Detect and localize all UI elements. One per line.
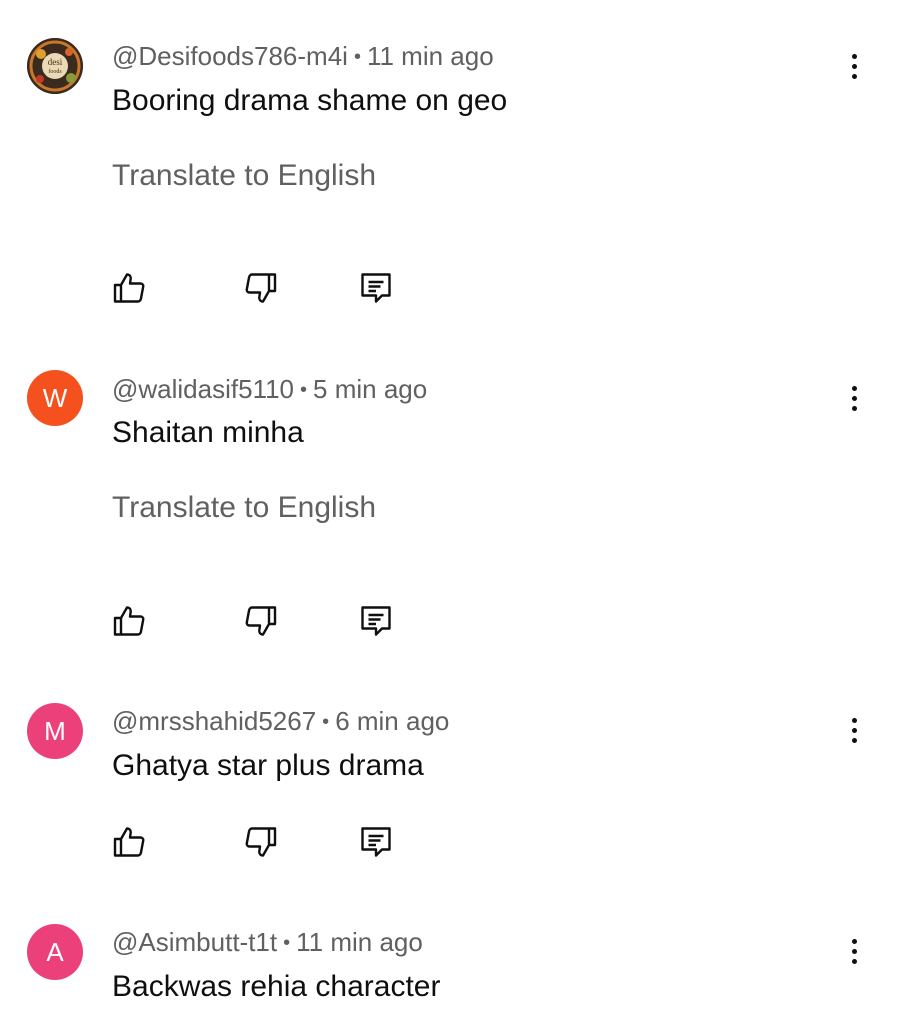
- thumbs-down-icon: [245, 606, 277, 636]
- like-button[interactable]: [108, 268, 152, 308]
- more-vert-icon-dot: [851, 958, 857, 964]
- logo-text: foods: [48, 68, 62, 75]
- more-vert-icon: [851, 717, 857, 723]
- more-vert-icon-dot: [851, 395, 857, 401]
- thumbs-down-icon: [245, 827, 277, 857]
- more-vert-icon: [851, 385, 857, 391]
- comment-actions: [108, 822, 408, 862]
- more-options-button[interactable]: [834, 929, 874, 973]
- logo-text: desi: [48, 57, 63, 67]
- comment-meta: @Desifoods786-m4i • 11 min ago: [112, 41, 494, 72]
- thumbs-up-icon: [113, 827, 145, 857]
- thumbs-up-icon: [113, 606, 145, 636]
- comment-text: Backwas rehia character: [112, 970, 441, 1003]
- comment-text: Shaitan minha: [112, 416, 304, 449]
- more-vert-icon-dot: [851, 63, 857, 69]
- comment-text: Booring drama shame on geo: [112, 84, 508, 117]
- avatar[interactable]: A: [27, 924, 83, 980]
- reply-button[interactable]: [354, 601, 398, 641]
- comment-meta: @walidasif5110 • 5 min ago: [112, 374, 427, 405]
- more-vert-icon-dot: [851, 405, 857, 411]
- comment-meta: @Asimbutt-t1t • 11 min ago: [112, 927, 423, 958]
- comment-time: 6 min ago: [335, 706, 450, 736]
- comment-actions: [108, 268, 408, 308]
- more-options-button[interactable]: [834, 44, 874, 88]
- thumbs-down-icon: [245, 273, 277, 303]
- more-options-button[interactable]: [834, 376, 874, 420]
- reply-icon: [361, 606, 391, 636]
- channel-logo-icon: desi foods: [27, 38, 83, 94]
- reply-button[interactable]: [354, 268, 398, 308]
- separator-dot: •: [322, 711, 330, 733]
- comment-time: 5 min ago: [313, 374, 428, 404]
- author-handle[interactable]: @walidasif5110: [112, 374, 294, 404]
- dislike-button[interactable]: [238, 268, 282, 308]
- avatar[interactable]: desi foods: [27, 38, 83, 94]
- more-options-button[interactable]: [834, 708, 874, 752]
- thumbs-up-icon: [113, 273, 145, 303]
- more-vert-icon-dot: [851, 737, 857, 743]
- more-vert-icon-dot: [851, 727, 857, 733]
- reply-icon: [361, 827, 391, 857]
- author-handle[interactable]: @Desifoods786-m4i: [112, 41, 348, 71]
- comment-meta: @mrsshahid5267 • 6 min ago: [112, 706, 449, 737]
- author-handle[interactable]: @Asimbutt-t1t: [112, 927, 277, 957]
- separator-dot: •: [283, 932, 291, 954]
- comment-time: 11 min ago: [296, 927, 423, 957]
- reply-icon: [361, 273, 391, 303]
- separator-dot: •: [353, 46, 361, 68]
- comment-actions: [108, 601, 408, 641]
- dislike-button[interactable]: [238, 601, 282, 641]
- more-vert-icon: [851, 53, 857, 59]
- avatar[interactable]: M: [27, 703, 83, 759]
- translate-link[interactable]: Translate to English: [112, 491, 376, 525]
- comment-time: 11 min ago: [366, 41, 494, 71]
- dislike-button[interactable]: [238, 822, 282, 862]
- reply-button[interactable]: [354, 822, 398, 862]
- more-vert-icon-dot: [851, 948, 857, 954]
- author-handle[interactable]: @mrsshahid5267: [112, 706, 316, 736]
- more-vert-icon-dot: [851, 73, 857, 79]
- separator-dot: •: [300, 379, 308, 401]
- like-button[interactable]: [108, 822, 152, 862]
- comment-text: Ghatya star plus drama: [112, 749, 424, 782]
- translate-link[interactable]: Translate to English: [112, 159, 376, 193]
- like-button[interactable]: [108, 601, 152, 641]
- avatar[interactable]: W: [27, 370, 83, 426]
- more-vert-icon: [851, 938, 857, 944]
